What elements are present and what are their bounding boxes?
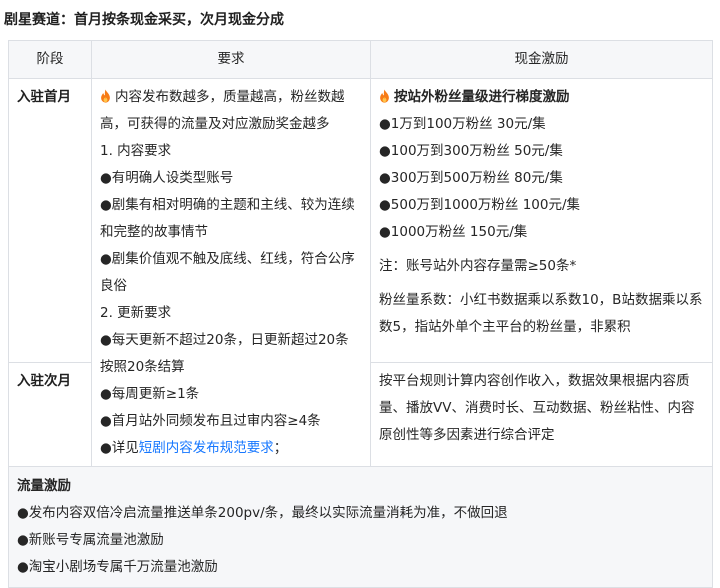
cash-first-month-title-text: 按站外粉丝量级进行梯度激励 bbox=[394, 89, 570, 105]
stage-second-month-label: 入驻次月 bbox=[17, 372, 71, 389]
cash-first-month: 按站外粉丝量级进行梯度激励 ●1万到100万粉丝 30元/集 ●100万到300… bbox=[370, 78, 713, 363]
fire-icon bbox=[380, 89, 389, 103]
tier-item-4: ●500万到1000万粉丝 100元/集 bbox=[379, 197, 581, 213]
stock-note: 注：账号站外内容存量需≥50条* bbox=[379, 258, 577, 274]
traffic-item-1: ●发布内容双倍冷启流量推送单条200pv/条，最终以实际流量消耗为准，不做回退 bbox=[17, 505, 508, 521]
header-cash: 现金激励 bbox=[370, 40, 713, 79]
header-requirements: 要求 bbox=[91, 40, 371, 79]
cash-first-month-title: 按站外粉丝量级进行梯度激励 bbox=[379, 84, 704, 111]
cash-second-month: 按平台规则计算内容创作收入，数据效果根据内容质量、播放VV、消费时长、互动数据、… bbox=[370, 361, 713, 468]
fire-icon bbox=[101, 89, 110, 103]
table-row-traffic: 流量激励 ●发布内容双倍冷启流量推送单条200pv/条，最终以实际流量消耗为准，… bbox=[8, 466, 713, 588]
stage-first-month-label: 入驻首月 bbox=[17, 89, 71, 105]
page-heading: 剧星赛道：首月按条现金采买，次月现金分成 bbox=[4, 12, 284, 28]
header-stage: 阶段 bbox=[8, 40, 92, 79]
content-guideline-link[interactable]: 短剧内容发布规范要求 bbox=[139, 440, 274, 456]
section2-title: 2. 更新要求 bbox=[100, 305, 172, 321]
detail-line: ●详见短剧内容发布规范要求； bbox=[100, 435, 362, 462]
section1-item-2: ●剧集有相对明确的主题和主线、较为连续和完整的故事情节 bbox=[100, 197, 355, 240]
requirements-cell: 内容发布数越多，质量越高，粉丝数越高，可获得的流量及对应激励奖金越多 1. 内容… bbox=[91, 78, 371, 467]
requirements-intro: 内容发布数越多，质量越高，粉丝数越高，可获得的流量及对应激励奖金越多 bbox=[100, 84, 362, 138]
traffic-title: 流量激励 bbox=[17, 478, 71, 494]
section1-title: 1. 内容要求 bbox=[100, 143, 172, 159]
section2-item-2: ●每周更新≥1条 bbox=[100, 386, 200, 402]
traffic-item-2: ●新账号专属流量池激励 bbox=[17, 532, 164, 548]
tier-item-5: ●1000万粉丝 150元/集 bbox=[379, 224, 528, 240]
section2-item-3: ●首月站外同频发布且过审内容≥4条 bbox=[100, 413, 321, 429]
tier-item-3: ●300万到500万粉丝 80元/集 bbox=[379, 170, 563, 186]
requirements-intro-text: 内容发布数越多，质量越高，粉丝数越高，可获得的流量及对应激励奖金越多 bbox=[100, 89, 345, 132]
detail-suffix: ； bbox=[273, 440, 288, 456]
stage-first-month: 入驻首月 bbox=[8, 78, 92, 363]
detail-prefix: ●详见 bbox=[100, 440, 139, 456]
stage-second-month: 入驻次月 bbox=[8, 361, 92, 468]
section2-item-1: ●每天更新不超过20条，日更新超过20条按照20条结算 bbox=[100, 332, 349, 375]
table-header-row: 阶段 要求 现金激励 bbox=[8, 40, 713, 79]
section1-item-1: ●有明确人设类型账号 bbox=[100, 170, 234, 186]
traffic-incentive-cell: 流量激励 ●发布内容双倍冷启流量推送单条200pv/条，最终以实际流量消耗为准，… bbox=[8, 466, 713, 588]
cash-second-month-text: 按平台规则计算内容创作收入，数据效果根据内容质量、播放VV、消费时长、互动数据、… bbox=[379, 372, 695, 443]
tier-item-1: ●1万到100万粉丝 30元/集 bbox=[379, 116, 546, 132]
coefficient-note: 粉丝量系数：小红书数据乘以系数10，B站数据乘以系数5，指站外单个主平台的粉丝量… bbox=[379, 292, 703, 335]
table-row-first-month: 入驻首月 内容发布数越多，质量越高，粉丝数越高，可获得的流量及对应激励奖金越多 … bbox=[8, 78, 713, 467]
traffic-item-3: ●淘宝小剧场专属千万流量池激励 bbox=[17, 559, 218, 575]
tier-item-2: ●100万到300万粉丝 50元/集 bbox=[379, 143, 563, 159]
section1-item-3: ●剧集价值观不触及底线、红线，符合公序良俗 bbox=[100, 251, 355, 294]
incentive-table: 阶段 要求 现金激励 入驻首月 内容发布数越多，质量越高，粉丝数越高，可获得的流… bbox=[8, 40, 713, 588]
